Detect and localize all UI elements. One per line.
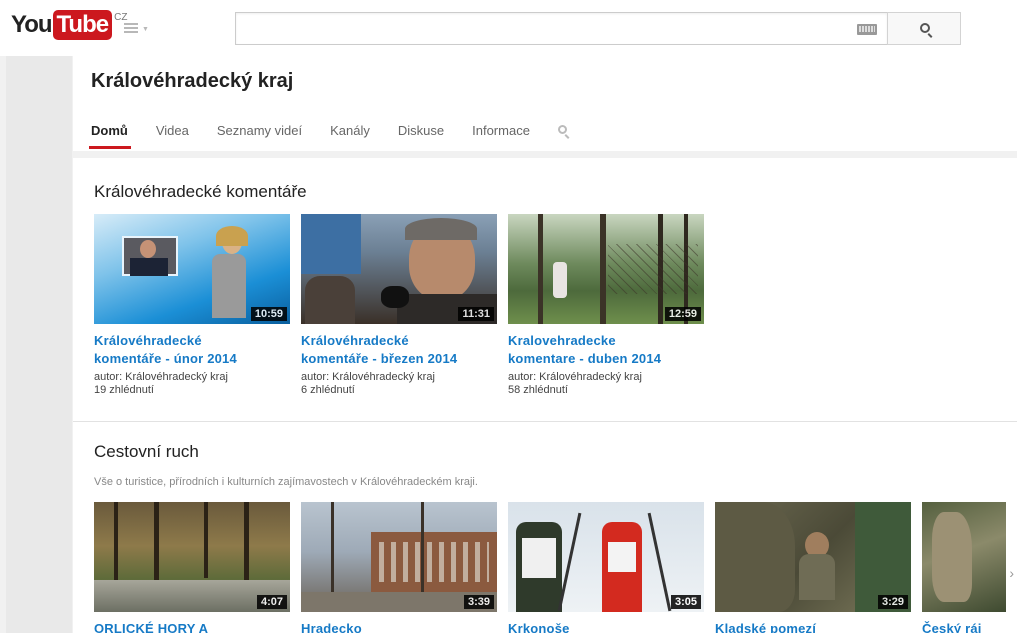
video-title-line: komentare - duben 2014 [508,351,662,366]
channel-content: Královéhradecké komentáře 10:59 Královéh… [73,158,1017,633]
channel-search-icon[interactable] [557,121,572,141]
video-meta: autor: Královéhradecký kraj 6 zhlédnutí [301,371,497,397]
video-duration: 3:05 [670,595,701,609]
video-title-line: Královéhradecké [94,333,202,348]
search-box [235,12,888,45]
tab-videos[interactable]: Videa [156,121,189,151]
video-duration: 12:59 [664,307,701,321]
video-author: autor: Královéhradecký kraj [508,371,642,383]
keyboard-icon[interactable] [857,24,877,35]
video-card: 3:29 Kladské pomezí [715,502,911,633]
video-title[interactable]: Kladské pomezí [715,620,911,633]
video-duration: 4:07 [256,595,287,609]
video-meta: autor: Královéhradecký kraj 19 zhlédnutí [94,371,290,397]
video-views: 58 zhlédnutí [508,384,568,396]
video-title[interactable]: Královéhradecké komentáře - březen 2014 [301,332,497,368]
section-divider [73,421,1017,422]
video-thumbnail[interactable] [922,502,1006,612]
video-title-line: komentáře - únor 2014 [94,351,237,366]
search-input[interactable] [236,13,836,44]
masthead: You Tube CZ ▼ [0,0,1017,56]
video-card: 10:59 Královéhradecké komentáře - únor 2… [94,214,290,397]
video-title-line: Královéhradecké [301,333,409,348]
menu-icon[interactable]: ▼ [124,22,152,36]
video-duration: 11:31 [458,307,494,321]
video-card: 12:59 Kralovehradecke komentare - duben … [508,214,704,397]
video-title[interactable]: Královéhradecké komentáře - únor 2014 [94,332,290,368]
video-card: 3:39 Hradecko [301,502,497,633]
section-description: Vše o turistice, přírodních i kulturních… [94,476,478,488]
video-views: 19 zhlédnutí [94,384,154,396]
search-button[interactable] [887,12,961,45]
tab-about[interactable]: Informace [472,121,530,151]
tab-playlists[interactable]: Seznamy videí [217,121,302,151]
video-duration: 3:29 [877,595,908,609]
video-title[interactable]: Hradecko [301,620,497,633]
video-title[interactable]: Český ráj [922,620,1006,633]
tab-channels[interactable]: Kanály [330,121,370,151]
youtube-logo[interactable]: You Tube CZ [11,10,127,40]
chevron-right-icon[interactable]: › [1009,565,1014,581]
tab-discussion[interactable]: Diskuse [398,121,444,151]
tab-home[interactable]: Domů [89,121,131,151]
video-title[interactable]: ORLICKÉ HORY A [94,620,290,633]
video-title[interactable]: Kralovehradecke komentare - duben 2014 [508,332,704,368]
section-title[interactable]: Královéhradecké komentáře [94,182,307,202]
video-author: autor: Královéhradecký kraj [94,371,228,383]
video-author: autor: Královéhradecký kraj [301,371,435,383]
channel-header: Královéhradecký kraj Domů Videa Seznamy … [73,56,1017,151]
section-title[interactable]: Cestovní ruch [94,442,199,462]
logo-tube-text: Tube [52,10,113,40]
video-thumbnail[interactable]: 3:29 [715,502,911,612]
channel-title: Královéhradecký kraj [91,70,294,92]
video-title-line: komentáře - březen 2014 [301,351,458,366]
logo-you-text: You [11,11,53,38]
video-title-line: Kralovehradecke [508,333,616,348]
video-title[interactable]: Krkonoše [508,620,704,633]
video-card: 4:07 ORLICKÉ HORY A [94,502,290,633]
search-icon [920,23,930,33]
channel-tabs: Domů Videa Seznamy videí Kanály Diskuse … [89,121,572,151]
video-thumbnail[interactable]: 10:59 [94,214,290,324]
video-views: 6 zhlédnutí [301,384,355,396]
video-duration: 10:59 [250,307,287,321]
video-meta: autor: Královéhradecký kraj 58 zhlédnutí [508,371,704,397]
video-thumbnail[interactable]: 4:07 [94,502,290,612]
guide-sidebar [6,56,72,633]
video-duration: 3:39 [463,595,494,609]
video-thumbnail[interactable]: 3:05 [508,502,704,612]
video-thumbnail[interactable]: 11:31 [301,214,497,324]
video-thumbnail[interactable]: 12:59 [508,214,704,324]
video-card: 11:31 Královéhradecké komentáře - březen… [301,214,497,397]
video-thumbnail[interactable]: 3:39 [301,502,497,612]
video-card: 3:05 Krkonoše [508,502,704,633]
video-card: Český ráj [922,502,1006,633]
